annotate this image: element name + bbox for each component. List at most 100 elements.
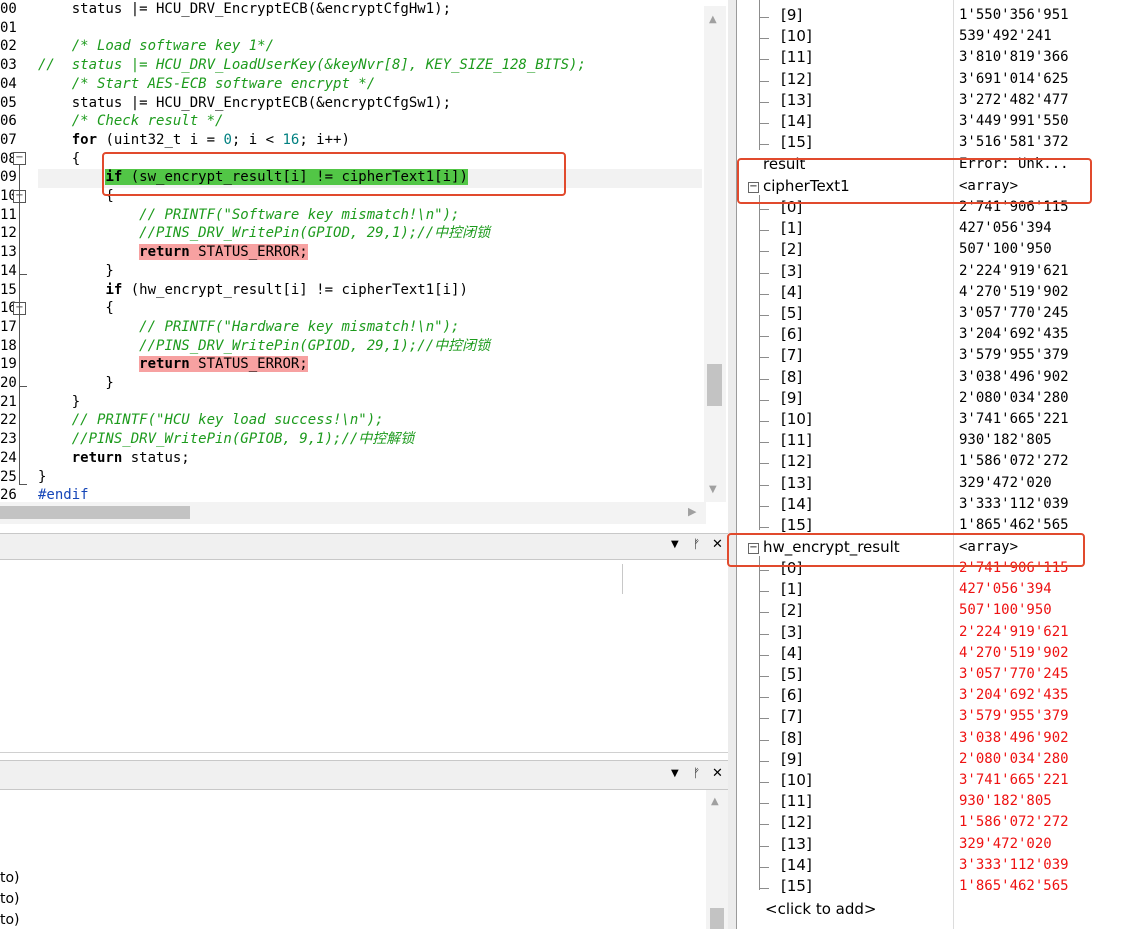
watch-value: 2'080'034'280	[959, 750, 1069, 767]
tree-connector	[759, 357, 769, 359]
watch-row[interactable]: [9] 2'080'034'280	[737, 750, 1138, 771]
tree-connector	[759, 845, 769, 847]
panel-2-dropdown-icon[interactable]: ▼	[671, 768, 679, 779]
watch-row[interactable]: [3] 2'224'919'621	[737, 262, 1138, 283]
watch-row[interactable]: [4] 4'270'519'902	[737, 644, 1138, 665]
watch-row[interactable]: [10] 3'741'665'221	[737, 771, 1138, 792]
watch-name: [15]	[781, 133, 812, 152]
editor-hscroll-thumb[interactable]	[0, 506, 190, 519]
code-line[interactable]: /* Check result */	[38, 112, 224, 131]
scroll-up-arrow-icon[interactable]: ▲	[709, 14, 717, 25]
code-line[interactable]: return STATUS_ERROR;	[38, 355, 308, 374]
watch-row[interactable]: [4] 4'270'519'902	[737, 283, 1138, 304]
watch-row[interactable]: [1] 427'056'394	[737, 580, 1138, 601]
code-line[interactable]: }	[38, 393, 80, 412]
watch-row[interactable]: [3] 2'224'919'621	[737, 623, 1138, 644]
watch-row[interactable]: [9] 1'550'356'951	[737, 6, 1138, 27]
watch-row[interactable]: [2] 507'100'950	[737, 240, 1138, 261]
code-editor[interactable]: 00 01 02 03 04 05 06 07 08 09 10 11 12 13 14 15 16 17 18 19…	[0, 0, 728, 526]
watch-row[interactable]: [12] 1'586'072'272	[737, 452, 1138, 473]
watch-row[interactable]: [7] 3'579'955'379	[737, 346, 1138, 367]
code-line[interactable]: status |= HCU_DRV_EncryptECB(&encryptCfg…	[38, 0, 451, 19]
code-line[interactable]: //PINS_DRV_WritePin(GPIOB, 9,1);//中控解锁	[38, 430, 415, 449]
watch-row[interactable]: [13] 329'472'020	[737, 835, 1138, 856]
watch-row[interactable]: [6] 3'204'692'435	[737, 325, 1138, 346]
panel-2-close-icon[interactable]: ✕	[712, 766, 723, 781]
watch-value: 2'080'034'280	[959, 389, 1069, 406]
output-panel: to) to) to) ▲	[0, 790, 728, 929]
code-line[interactable]: //PINS_DRV_WritePin(GPIOD, 29,1);//中控闭锁	[38, 224, 490, 243]
code-line[interactable]: /* Load software key 1*/	[38, 37, 274, 56]
watch-row[interactable]: [10] 3'741'665'221	[737, 410, 1138, 431]
code-line[interactable]: }	[38, 374, 113, 393]
panel-1-pin-icon[interactable]: ᚠ	[693, 537, 700, 551]
watch-name: [10]	[781, 410, 812, 428]
line-number: 02	[0, 38, 17, 55]
editor-vertical-scrollbar[interactable]: ▲ ▼	[704, 6, 726, 502]
code-line[interactable]: return status;	[38, 449, 190, 468]
fold-guide-line	[19, 165, 20, 485]
watch-row[interactable]: [12] 3'691'014'625	[737, 70, 1138, 91]
editor-horizontal-scrollbar[interactable]: ▶	[0, 502, 706, 524]
line-number: 05	[0, 94, 17, 111]
watch-value: 3'579'955'379	[959, 708, 1069, 725]
watch-row[interactable]: [15] 3'516'581'372	[737, 133, 1138, 154]
watch-window[interactable]: [9] 1'550'356'951 [10] 539'492'241 [11] 3'810…	[736, 0, 1138, 929]
code-line[interactable]: // PRINTF("Hardware key mismatch!\n");	[38, 318, 459, 337]
watch-row[interactable]: [6] 3'204'692'435	[737, 686, 1138, 707]
code-line[interactable]: // PRINTF("Software key mismatch!\n");	[38, 206, 459, 225]
code-line[interactable]: if (hw_encrypt_result[i] != cipherText1[…	[38, 281, 467, 300]
watch-row[interactable]: [5] 3'057'770'245	[737, 665, 1138, 686]
watch-row[interactable]: [11] 930'182'805	[737, 792, 1138, 813]
fold-collapse-icon[interactable]: −	[13, 152, 26, 165]
watch-row[interactable]: [9] 2'080'034'280	[737, 389, 1138, 410]
watch-row[interactable]: [8] 3'038'496'902	[737, 368, 1138, 389]
editor-scroll-thumb[interactable]	[707, 364, 722, 406]
fold-end-mark	[19, 386, 27, 387]
panel-2-pin-icon[interactable]: ᚠ	[693, 766, 700, 780]
code-line[interactable]: }	[38, 262, 113, 281]
watch-add-row[interactable]: <click to add>	[737, 900, 1138, 921]
watch-row[interactable]: [8] 3'038'496'902	[737, 729, 1138, 750]
watch-row[interactable]: [1] 427'056'394	[737, 219, 1138, 240]
watch-row[interactable]: [14] 3'333'112'039	[737, 495, 1138, 516]
watch-row[interactable]: [11] 930'182'805	[737, 431, 1138, 452]
panel-1-dropdown-icon[interactable]: ▼	[671, 539, 679, 550]
line-number: 08	[0, 150, 17, 167]
code-line[interactable]: //PINS_DRV_WritePin(GPIOD, 29,1);//中控闭锁	[38, 337, 490, 356]
watch-row[interactable]: [15] 1'865'462'565	[737, 877, 1138, 898]
watch-name: [4]	[781, 643, 803, 662]
watch-value: 329'472'020	[959, 474, 1052, 491]
code-line[interactable]: {	[38, 150, 80, 169]
code-line[interactable]: for (uint32_t i = 0; i < 16; i++)	[38, 131, 350, 150]
watch-row[interactable]: [13] 329'472'020	[737, 474, 1138, 495]
watch-row[interactable]: [2] 507'100'950	[737, 601, 1138, 622]
scroll-down-arrow-icon[interactable]: ▼	[709, 484, 717, 495]
scroll-right-arrow-icon[interactable]: ▶	[688, 505, 696, 518]
code-line[interactable]: // PRINTF("HCU key load success!\n");	[38, 411, 384, 430]
code-line[interactable]: {	[38, 299, 113, 318]
watch-row[interactable]: [13] 3'272'482'477	[737, 91, 1138, 112]
watch-value: 3'333'112'039	[959, 495, 1069, 512]
watch-name: [8]	[781, 367, 803, 386]
splitter[interactable]	[728, 0, 736, 929]
watch-row[interactable]: [12] 1'586'072'272	[737, 813, 1138, 834]
code-line[interactable]: }	[38, 468, 46, 487]
tree-connector	[759, 888, 769, 889]
watch-row[interactable]: [10] 539'492'241	[737, 27, 1138, 48]
output-vertical-scrollbar[interactable]: ▲	[706, 790, 728, 929]
tree-connector	[759, 421, 769, 422]
panel-1-close-icon[interactable]: ✕	[712, 537, 723, 552]
code-line[interactable]: // status |= HCU_DRV_LoadUserKey(&keyNvr…	[38, 56, 586, 75]
code-line[interactable]: return STATUS_ERROR;	[38, 243, 308, 262]
watch-value: 539'492'241	[959, 28, 1052, 45]
watch-row[interactable]: [5] 3'057'770'245	[737, 304, 1138, 325]
watch-row[interactable]: [14] 3'333'112'039	[737, 856, 1138, 877]
watch-row[interactable]: [14] 3'449'991'550	[737, 112, 1138, 133]
code-line[interactable]: status |= HCU_DRV_EncryptECB(&encryptCfg…	[38, 94, 451, 113]
watch-row[interactable]: [11] 3'810'819'366	[737, 48, 1138, 69]
code-line[interactable]: /* Start AES-ECB software encrypt */	[38, 75, 375, 94]
scroll-up-arrow-icon[interactable]: ▲	[711, 796, 719, 807]
watch-row[interactable]: [7] 3'579'955'379	[737, 707, 1138, 728]
output-scroll-thumb[interactable]	[710, 908, 724, 929]
